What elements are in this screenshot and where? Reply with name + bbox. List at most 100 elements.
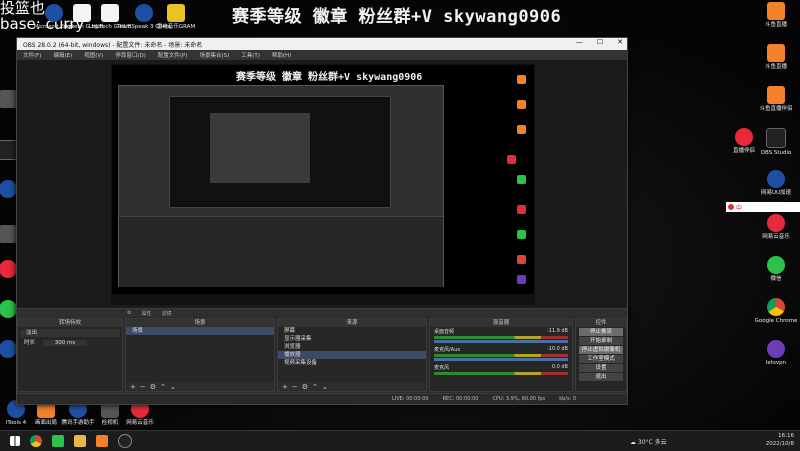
volume-meter [434,372,568,375]
add-icon[interactable]: + [282,383,288,391]
add-icon[interactable]: + [130,383,136,391]
settings-button[interactable]: 设置 [579,364,623,372]
obs-preview[interactable]: 赛季等级 徽章 粉丝群+V skywang0906 [17,60,627,308]
ime-mode[interactable]: 中 [736,203,742,212]
sogou-icon [728,204,734,210]
douyu-icon [767,44,785,62]
app-icon [0,225,17,243]
stop-virtual-camera-button[interactable]: 停止虚拟摄像机 [579,346,623,354]
menu-profile[interactable]: 配置文件(P) [158,51,188,59]
volume-slider[interactable] [434,358,568,361]
stream-banner: 赛季等级 徽章 粉丝群+V skywang0906 [232,7,562,27]
menu-help[interactable]: 帮助(H) [272,51,291,59]
menu-scene-collection[interactable]: 场景集合(S) [199,51,229,59]
source-item[interactable]: 视频采集设备 [278,359,426,367]
up-icon[interactable]: ⌃ [160,383,166,391]
system-clock[interactable]: 16:16 2022/10/8 [766,432,794,448]
desktop-icon-douyu-companion[interactable]: 斗鱼直播伴侣 [748,86,800,113]
menu-file[interactable]: 文件(F) [23,51,41,59]
start-recording-button[interactable]: 开始录制 [579,337,623,345]
desktop-icon-music[interactable]: 雷电音乐GRAM [148,4,204,31]
menu-edit[interactable]: 编辑(E) [53,51,72,59]
studio-mode-button[interactable]: 工作室模式 [579,355,623,363]
weather-widget[interactable]: ☁ 30°C 多云 [630,437,667,446]
live-status: LIVE: 00:00:00 [392,396,429,402]
menu-tools[interactable]: 工具(T) [241,51,260,59]
desktop-icon-wechat[interactable]: 微信 [748,256,800,283]
transition-duration[interactable]: 时长 300 ms [18,339,122,347]
desktop-icon-uu[interactable]: 网易UU加速 [748,170,800,197]
volume-meter [434,336,568,339]
folder-icon[interactable] [74,435,86,447]
sources-dock: 来源 屏幕 显示器采集 浏览器 播放器 视频采集设备 + − ⚙ ⌃ ⌄ [277,318,427,392]
cloud-icon: ☁ [630,439,636,446]
desktop-icon-letsvpn[interactable]: letsvpn [748,340,800,367]
exit-button[interactable]: 退出 [579,373,623,381]
properties-button[interactable]: 属性 [141,310,151,317]
app-icon [0,340,17,358]
mirror-icon [517,75,526,84]
obs-titlebar[interactable]: OBS 28.0.2 (64-bit, windows) - 配置文件: 未命名… [17,38,627,50]
remove-icon[interactable]: − [292,383,298,391]
mirror-banner: 赛季等级 徽章 粉丝群+V skywang0906 [236,72,423,83]
cpu-status: CPU: 3.9%, 60.00 fps [492,396,546,402]
source-item[interactable]: 浏览器 [278,343,426,351]
gear-icon[interactable]: ⚙ [127,310,131,316]
mixer-title: 混音器 [430,319,572,327]
windows-start-icon[interactable] [10,436,20,446]
rec-status: REC: 00:00:00 [442,396,479,402]
source-item[interactable]: 屏幕 [278,327,426,335]
desktop: 投篮也 base: curry 赛季等级 徽章 粉丝群+V skywang090… [0,0,800,430]
mirror-icon [517,100,526,109]
obs-icon [766,128,786,148]
douyu-icon [767,86,785,104]
mirror-icon [517,205,526,214]
volume-slider[interactable] [434,340,568,343]
down-icon[interactable]: ⌄ [170,383,176,391]
scene-item[interactable]: 场景 [126,327,274,335]
desktop-icon-obs[interactable]: OBS Studio [748,128,800,157]
desktop-icon-netease-music-r[interactable]: 网易云音乐 [748,214,800,241]
mirror-obs-window [118,85,444,287]
desktop-icon-chrome[interactable]: Google Chrome [748,298,800,325]
transitions-title: 转场特效 [18,319,122,327]
source-item[interactable]: 播放器 [278,351,426,359]
chrome-icon[interactable] [30,435,42,447]
settings-icon[interactable]: ⚙ [302,383,308,391]
duration-input[interactable]: 300 ms [42,340,88,346]
maximize-icon[interactable]: ☐ [597,38,603,46]
douyu-icon[interactable] [96,435,108,447]
app-icon [0,180,17,198]
menu-view[interactable]: 视图(V) [84,51,103,59]
filters-button[interactable]: 滤镜 [162,310,172,317]
transition-type-select[interactable]: 淡出 [20,329,120,337]
letsvpn-icon [767,340,785,358]
stop-streaming-button[interactable]: 停止推流 [579,328,623,336]
mirror-icon [507,155,516,164]
obs-docks: 转场特效 淡出 时长 300 ms 场景 场景 + − ⚙ ⌃ ⌄ 来源 屏幕 … [17,318,627,392]
sources-title: 来源 [278,319,426,327]
scenes-dock: 场景 场景 + − ⚙ ⌃ ⌄ [125,318,275,392]
up-icon[interactable]: ⌃ [312,383,318,391]
wechat-icon[interactable] [52,435,64,447]
remove-icon[interactable]: − [140,383,146,391]
mixer-channel: 麦克风 0.0 dB [430,363,572,377]
transitions-dock: 转场特效 淡出 时长 300 ms [17,318,123,392]
desktop-icon-douyu-2[interactable]: 斗鱼直播 [748,44,800,71]
down-icon[interactable]: ⌄ [322,383,328,391]
preview-mirror: 赛季等级 徽章 粉丝群+V skywang0906 [111,64,535,305]
source-item[interactable]: 显示器采集 [278,335,426,343]
settings-icon[interactable]: ⚙ [150,383,156,391]
obs-menubar: 文件(F) 编辑(E) 视图(V) 停靠窗口(D) 配置文件(P) 场景集合(S… [17,50,627,60]
obs-window: OBS 28.0.2 (64-bit, windows) - 配置文件: 未命名… [16,37,628,405]
obs-statusbar: LIVE: 00:00:00 REC: 00:00:00 CPU: 3.9%, … [17,393,627,404]
desktop-icon-douyu[interactable]: 斗鱼直播 [748,2,800,29]
menu-docks[interactable]: 停靠窗口(D) [115,51,146,59]
volume-meter [434,354,568,357]
source-toolbar: ⚙ 属性 滤镜 [17,308,627,317]
ime-toolbar[interactable]: 中 [726,202,800,212]
obs-icon[interactable] [118,434,132,448]
minimize-icon[interactable]: — [576,38,583,46]
close-icon[interactable]: ✕ [617,38,623,46]
taskbar: ☁ 30°C 多云 16:16 2022/10/8 [0,430,800,451]
